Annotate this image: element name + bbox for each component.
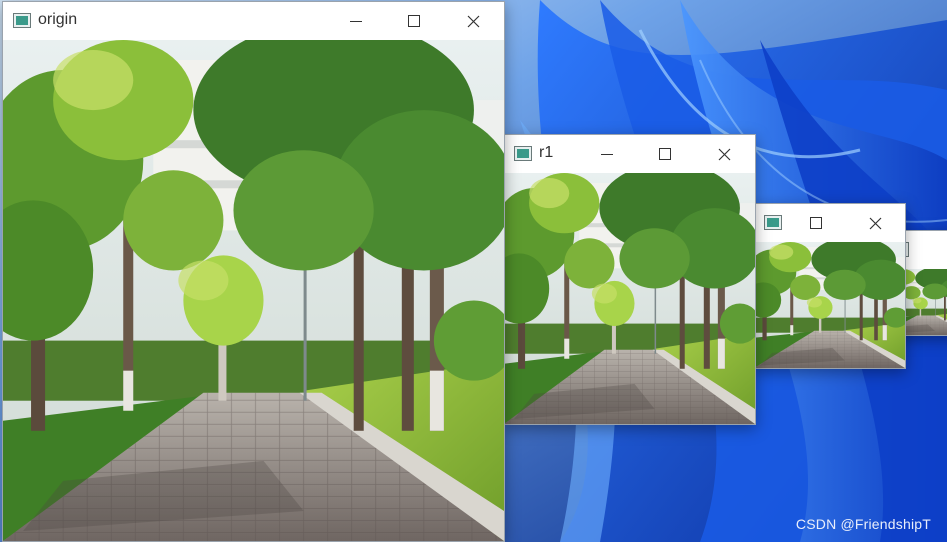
- watermark: CSDN @FriendshipT: [795, 516, 931, 532]
- maximize-button[interactable]: [636, 135, 694, 173]
- close-icon: [869, 217, 881, 229]
- minimize-icon: [601, 154, 613, 155]
- close-button[interactable]: [695, 135, 753, 173]
- titlebar[interactable]: r1: [504, 135, 755, 173]
- window-title: r1: [539, 144, 554, 161]
- minimize-button[interactable]: [327, 2, 385, 40]
- close-button[interactable]: [846, 204, 904, 242]
- titlebar[interactable]: [754, 204, 905, 242]
- minimize-button[interactable]: [578, 135, 636, 173]
- minimize-icon: [350, 21, 362, 22]
- maximize-button[interactable]: [385, 2, 443, 40]
- window-title: origin: [38, 11, 78, 28]
- park-path-image: [3, 40, 504, 541]
- maximize-icon: [810, 217, 822, 229]
- image-window-r1[interactable]: r1: [503, 134, 756, 425]
- maximize-button[interactable]: [787, 204, 845, 242]
- app-icon: [514, 146, 532, 161]
- close-icon: [718, 148, 730, 160]
- image-window-origin[interactable]: origin: [2, 1, 505, 542]
- maximize-button[interactable]: [929, 231, 947, 269]
- maximize-icon: [408, 15, 420, 27]
- app-icon: [764, 215, 782, 230]
- image-window-r2[interactable]: [753, 203, 906, 369]
- image-canvas: [3, 40, 504, 541]
- park-path-image: [754, 242, 905, 368]
- image-canvas: [504, 173, 755, 424]
- titlebar[interactable]: origin: [3, 2, 504, 40]
- app-icon: [13, 13, 31, 28]
- close-icon: [467, 15, 479, 27]
- park-path-image: [504, 173, 755, 424]
- maximize-icon: [659, 148, 671, 160]
- close-button[interactable]: [444, 2, 502, 40]
- image-canvas: [754, 242, 905, 368]
